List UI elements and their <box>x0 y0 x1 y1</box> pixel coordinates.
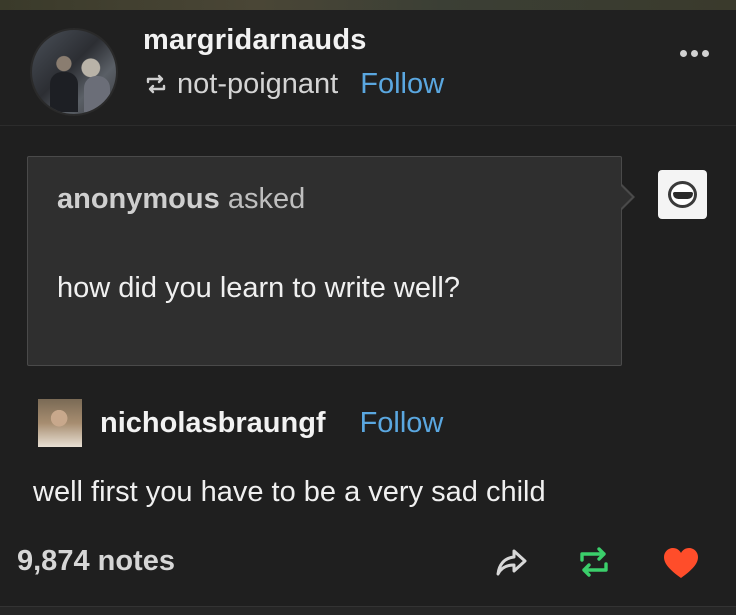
notes-count[interactable]: 9,874 notes <box>17 545 175 578</box>
reblog-icon <box>143 73 169 95</box>
answerer-row: nicholasbraungf Follow <box>38 398 443 448</box>
heart-icon[interactable] <box>662 546 700 580</box>
glasses <box>673 192 693 199</box>
asker-line: anonymous asked <box>57 183 305 216</box>
post-username[interactable]: margridarnauds <box>143 24 367 57</box>
sunglasses-face-icon <box>658 170 707 219</box>
ask-question: how did you learn to write well? <box>57 272 460 304</box>
asker-name: anonymous <box>57 183 220 215</box>
asked-label: asked <box>227 183 306 215</box>
reblog-button[interactable] <box>576 546 612 578</box>
top-image-strip <box>0 0 736 10</box>
reblog-source: not-poignant Follow <box>143 66 444 102</box>
dot <box>702 50 709 57</box>
answerer-follow-button[interactable]: Follow <box>360 407 444 440</box>
bottom-divider <box>0 606 736 615</box>
follow-button[interactable]: Follow <box>360 68 444 101</box>
share-icon[interactable] <box>495 546 529 578</box>
avatar-figure-left <box>50 72 78 112</box>
ask-bubble-pointer-inner <box>620 185 632 209</box>
reblogged-from-link[interactable]: not-poignant <box>177 68 338 101</box>
answerer-avatar[interactable] <box>38 399 82 447</box>
avatar[interactable] <box>30 28 118 116</box>
dot <box>691 50 698 57</box>
post-header: margridarnauds not-poignant Follow <box>0 10 736 126</box>
avatar-figure-right <box>84 76 110 112</box>
ellipsis-icon[interactable] <box>680 50 709 57</box>
answerer-username[interactable]: nicholasbraungf <box>100 407 326 440</box>
answer-text: well first you have to be a very sad chi… <box>33 476 546 508</box>
post-footer: 9,874 notes <box>0 532 736 602</box>
dot <box>680 50 687 57</box>
